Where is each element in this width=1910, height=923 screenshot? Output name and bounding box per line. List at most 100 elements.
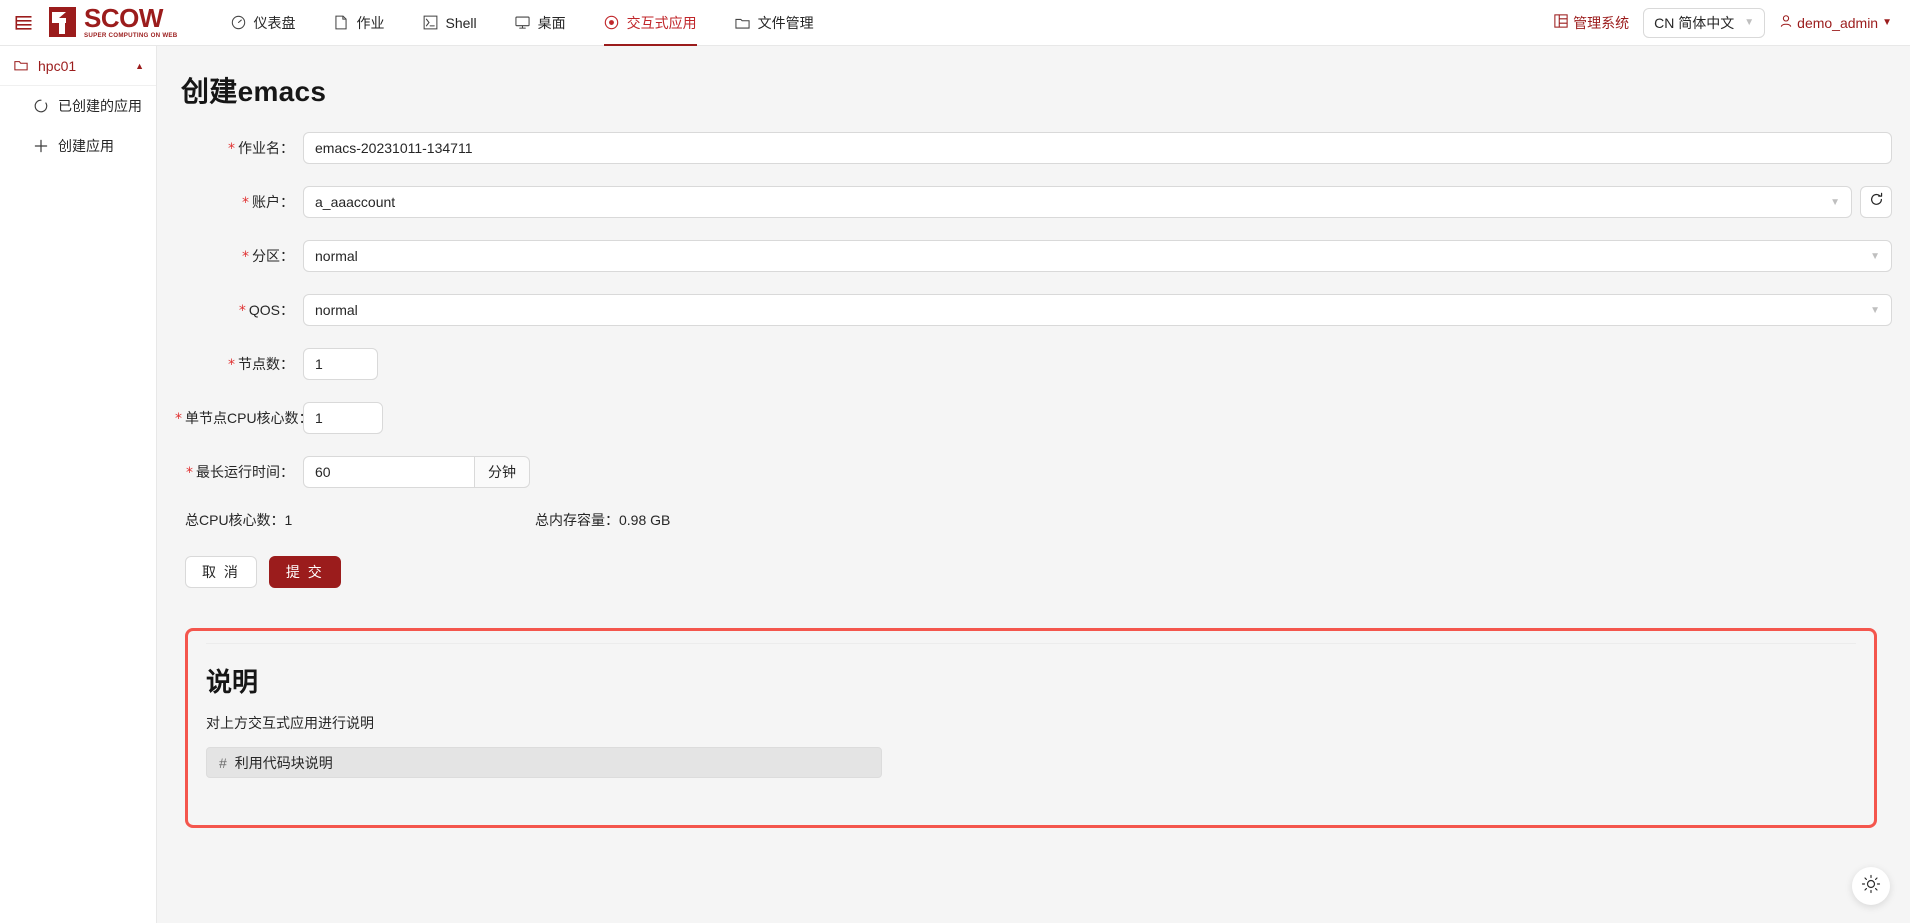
user-menu[interactable]: demo_admin ▼ (1779, 14, 1892, 31)
partition-select[interactable]: normal ▼ (303, 240, 1892, 272)
nav-label: Shell (445, 14, 477, 31)
main-content: 创建emacs *作业名： *账户： a_aaaccount (157, 46, 1910, 923)
label-text: 账户 (252, 194, 280, 210)
partition-value: normal (315, 248, 358, 264)
nav-label: 交互式应用 (626, 14, 697, 31)
qos-label: * QOS： (238, 302, 294, 319)
nav-item-dashboard[interactable]: 仪表盘 (212, 0, 315, 46)
form-row-job-name: * 作业名： (175, 132, 1892, 164)
form-row-partition: * 分区： normal ▼ (175, 240, 1892, 272)
max-runtime-unit: 分钟 (475, 456, 530, 488)
description-inner: 说明 对上方交互式应用进行说明 # 利用代码块说明 (188, 631, 1874, 778)
user-icon (1779, 14, 1793, 31)
account-label: * 账户： (242, 194, 294, 211)
cpu-per-node-label: *单节点CPU核心数： (175, 408, 313, 428)
brand-tagline: SUPER COMPUTING ON WEB (84, 32, 178, 40)
form-row-qos: * QOS： normal ▼ (175, 294, 1892, 326)
description-card: 说明 对上方交互式应用进行说明 # 利用代码块说明 (185, 628, 1877, 828)
menu-fold-icon[interactable] (10, 10, 36, 36)
folder-icon (735, 15, 750, 30)
body-wrapper: hpc01 ▲ 已创建的应用 创建应用 创建emacs * 作业名： emacs… (0, 46, 1910, 923)
description-divider (206, 643, 1856, 644)
sidebar-item-created-apps[interactable]: 已创建的应用 (0, 86, 156, 126)
language-value: CN 简体中文 (1654, 14, 1735, 31)
eye-icon (604, 15, 619, 30)
nav-item-file-manager[interactable]: 文件管理 (716, 0, 833, 46)
required-mark: * (242, 195, 249, 211)
sidebar-item-create-app[interactable]: 创建应用 (0, 126, 156, 166)
label-text: 作业名 (238, 140, 280, 156)
chevron-down-icon: ▼ (1744, 17, 1755, 28)
manage-system-label: 管理系统 (1573, 14, 1630, 31)
max-runtime-label: * 最长运行时间： (186, 464, 294, 481)
code-hash: # (219, 754, 227, 771)
desktop-icon (515, 15, 530, 30)
chevron-up-icon[interactable]: ▲ (135, 61, 144, 71)
description-code-block: # 利用代码块说明 (206, 747, 882, 778)
job-name-input[interactable] (303, 132, 1892, 164)
scow-logo-icon (48, 6, 78, 38)
nav-item-desktop[interactable]: 桌面 (496, 0, 585, 46)
refresh-accounts-button[interactable] (1860, 186, 1892, 218)
layout-icon (1554, 14, 1568, 31)
nav-item-interactive-apps[interactable]: 交互式应用 (585, 0, 716, 46)
submit-button[interactable]: 提 交 (268, 556, 341, 588)
label-text: 单节点CPU核心数 (185, 410, 299, 426)
sidebar-item-label: 创建应用 (58, 138, 114, 154)
nav-item-shell[interactable]: Shell (404, 0, 496, 46)
code-text: 利用代码块说明 (234, 754, 333, 771)
language-select[interactable]: CN 简体中文 ▼ (1643, 7, 1766, 38)
total-memory: 总内存容量：0.98 GB (535, 512, 671, 528)
form-row-node-count: * 节点数： (175, 348, 1892, 380)
nav-label: 文件管理 (757, 14, 814, 31)
loading-circle-icon (34, 99, 48, 113)
sidebar-cluster-label: hpc01 (38, 57, 77, 74)
required-mark: * (186, 465, 193, 481)
main-nav: 仪表盘 作业 Shell 桌面 交互式应用 文件管理 (212, 0, 1555, 46)
form-row-account: * 账户： a_aaaccount ▼ (175, 186, 1892, 218)
qos-select[interactable]: normal ▼ (303, 294, 1892, 326)
chevron-down-icon: ▼ (1830, 196, 1840, 208)
description-text: 对上方交互式应用进行说明 (206, 715, 374, 731)
max-runtime-group: 分钟 (303, 456, 530, 488)
manage-system-link[interactable]: 管理系统 (1554, 13, 1629, 33)
form-row-max-runtime: *最长运行时间： 分钟 (175, 456, 1892, 488)
label-text: QOS (248, 302, 280, 318)
nav-item-jobs[interactable]: 作业 (315, 0, 404, 46)
label-text: 节点数 (238, 356, 280, 372)
qos-value: normal (315, 302, 358, 318)
description-title: 说明 (206, 667, 259, 697)
folder-icon (14, 59, 28, 73)
header-right-actions: 管理系统 CN 简体中文 ▼ demo_admin ▼ (1554, 7, 1892, 38)
node-count-input[interactable] (303, 348, 378, 380)
required-mark: * (242, 249, 249, 265)
chevron-down-icon: ▼ (1870, 304, 1880, 316)
sidebar-cluster-hpc01[interactable]: hpc01 ▲ (0, 46, 156, 86)
plus-icon (34, 139, 48, 153)
required-mark: * (238, 303, 246, 319)
resource-summary: 总CPU核心数：1 总内存容量：0.98 GB (175, 510, 1892, 530)
account-select[interactable]: a_aaaccount ▼ (303, 186, 1852, 218)
nav-label: 桌面 (537, 14, 566, 31)
chevron-down-icon: ▼ (1870, 250, 1880, 262)
user-name: demo_admin (1797, 14, 1879, 31)
account-value: a_aaaccount (315, 194, 396, 210)
chevron-down-icon: ▼ (1882, 17, 1892, 28)
form-row-cpu-per-node: *单节点CPU核心数： (175, 402, 1892, 434)
cpu-per-node-input[interactable] (303, 402, 383, 434)
required-mark: * (228, 357, 235, 373)
total-cpu-cores: 总CPU核心数：1 (185, 512, 293, 528)
sidebar-item-label: 已创建的应用 (58, 98, 142, 114)
partition-label: * 分区： (242, 248, 294, 265)
file-icon (334, 15, 349, 30)
max-runtime-input[interactable] (303, 456, 475, 488)
cancel-button[interactable]: 取 消 (185, 556, 257, 588)
brand-logo[interactable]: SCOW SUPER COMPUTING ON WEB (48, 5, 178, 39)
node-count-label: * 节点数： (228, 356, 294, 373)
job-name-label: * 作业名： (228, 140, 294, 157)
sidebar: hpc01 ▲ 已创建的应用 创建应用 (0, 46, 157, 923)
sun-icon (1861, 874, 1881, 899)
theme-toggle-button[interactable] (1852, 867, 1890, 905)
page-title: 创建emacs (181, 76, 327, 107)
dashboard-icon (231, 15, 246, 30)
